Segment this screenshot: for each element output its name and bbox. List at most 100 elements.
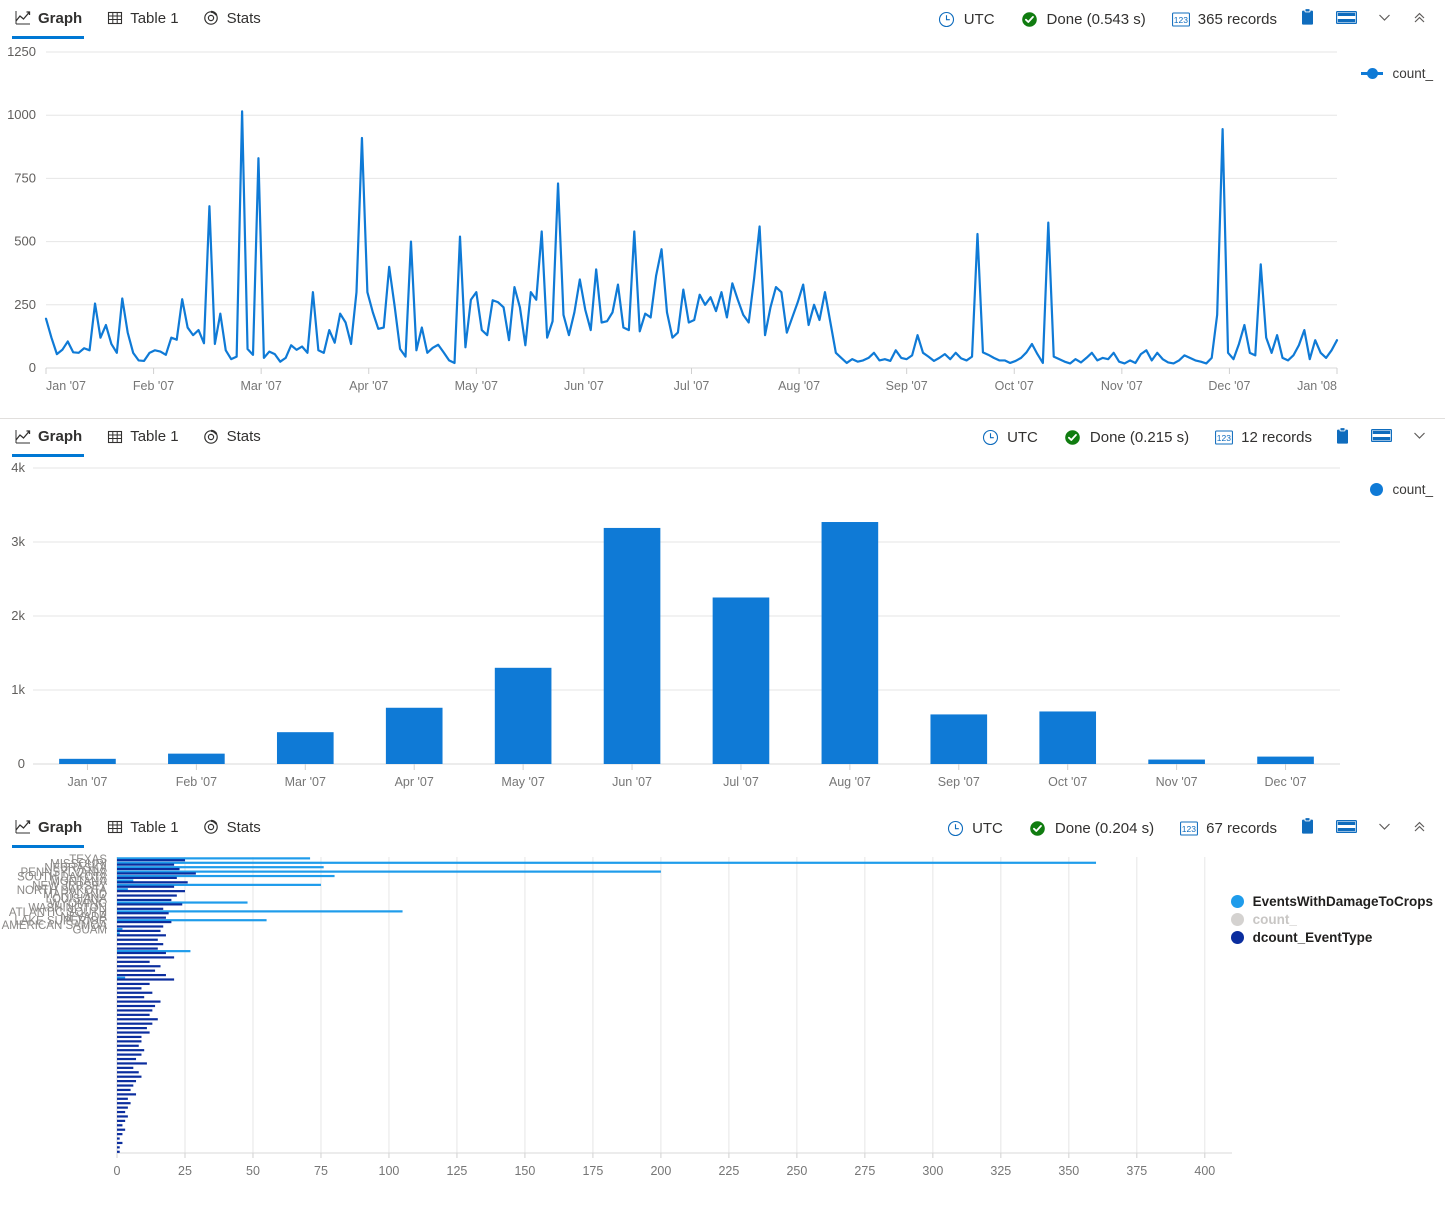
panel-1-status-bar: UTC Done (0.543 s) 123 365 records xyxy=(925,8,1437,30)
svg-text:250: 250 xyxy=(14,297,36,312)
legend-label: dcount_EventType xyxy=(1252,930,1373,945)
record-count: 123 12 records xyxy=(1202,429,1325,447)
legend-item[interactable]: count_ xyxy=(1370,482,1433,497)
svg-text:Sep '07: Sep '07 xyxy=(886,379,928,393)
tab-table[interactable]: Table 1 xyxy=(98,422,190,453)
svg-text:Jan '08: Jan '08 xyxy=(1297,379,1337,393)
donut-icon xyxy=(203,819,220,836)
svg-text:Jan '07: Jan '07 xyxy=(46,379,86,393)
clock-icon xyxy=(938,10,956,28)
line-chart-icon xyxy=(14,428,31,445)
donut-icon xyxy=(203,428,220,445)
layout-dropdown-button[interactable] xyxy=(1367,10,1402,29)
legend-dot-marker xyxy=(1230,913,1244,926)
svg-text:Jul '07: Jul '07 xyxy=(674,379,710,393)
tab-table[interactable]: Table 1 xyxy=(98,4,190,35)
svg-text:123: 123 xyxy=(1174,14,1188,24)
bar-chart-legend: count_ xyxy=(1370,482,1433,500)
layout-selector-button[interactable] xyxy=(1361,428,1402,447)
collapse-panel-button[interactable] xyxy=(1402,819,1437,838)
svg-text:May '07: May '07 xyxy=(455,379,498,393)
legend-label: count_ xyxy=(1392,482,1433,497)
tab-stats[interactable]: Stats xyxy=(195,813,273,844)
legend-item[interactable]: count_ xyxy=(1361,66,1433,81)
record-count-label: 67 records xyxy=(1206,819,1277,837)
legend-label: count_ xyxy=(1392,66,1433,81)
legend-item-dcount[interactable]: dcount_EventType xyxy=(1230,930,1433,945)
chevron-down-icon xyxy=(1377,819,1392,838)
svg-text:3k: 3k xyxy=(11,534,25,549)
tab-stats[interactable]: Stats xyxy=(195,422,273,453)
horizontal-bar-chart[interactable]: 0 25 50 75 100 125 150 175 200 225 250 275 300 325 350… xyxy=(0,847,1445,1192)
layout-dropdown-button[interactable] xyxy=(1402,428,1437,447)
timezone-indicator[interactable]: UTC xyxy=(968,429,1051,447)
copy-to-clipboard-button[interactable] xyxy=(1290,817,1326,839)
legend-label: count_ xyxy=(1252,912,1297,927)
svg-text:150: 150 xyxy=(514,1164,535,1178)
check-circle-icon xyxy=(1064,429,1082,447)
timezone-indicator[interactable]: UTC xyxy=(925,10,1008,28)
hbar-chart-legend: EventsWithDamageToCrops count_ dcount_Ev… xyxy=(1230,894,1433,948)
tab-graph-label: Graph xyxy=(38,428,83,445)
svg-text:0: 0 xyxy=(29,360,36,375)
tab-graph[interactable]: Graph xyxy=(6,422,94,457)
collapse-panel-button[interactable] xyxy=(1402,10,1437,29)
panel-layout-icon xyxy=(1336,819,1357,838)
tab-stats-label: Stats xyxy=(226,428,261,445)
svg-text:4k: 4k xyxy=(11,460,25,475)
numbers-123-icon: 123 xyxy=(1171,10,1190,28)
tab-table[interactable]: Table 1 xyxy=(98,813,190,844)
timezone-label: UTC xyxy=(1007,429,1038,446)
copy-to-clipboard-button[interactable] xyxy=(1290,8,1326,30)
svg-text:Dec '07: Dec '07 xyxy=(1265,775,1307,789)
record-count: 123 365 records xyxy=(1159,10,1290,28)
svg-text:300: 300 xyxy=(922,1164,943,1178)
line-chart-1[interactable]: 0 250 500 750 1000 1250 Jan '07 Feb '07 Mar '07 A… xyxy=(0,38,1445,418)
legend-item-events[interactable]: EventsWithDamageToCrops xyxy=(1230,894,1433,909)
legend-line-marker xyxy=(1361,68,1384,79)
panel-2-toolbar: Graph Table 1 Stats UTC Done (0.215 s) 1… xyxy=(0,418,1445,457)
double-chevron-up-icon xyxy=(1412,10,1427,29)
tab-graph-label: Graph xyxy=(38,9,83,27)
table-icon xyxy=(106,428,123,445)
svg-text:225: 225 xyxy=(718,1164,739,1178)
svg-text:May '07: May '07 xyxy=(501,775,544,789)
svg-text:2k: 2k xyxy=(11,608,25,623)
layout-selector-button[interactable] xyxy=(1326,819,1367,838)
svg-text:Oct '07: Oct '07 xyxy=(1048,775,1087,789)
legend-item-count[interactable]: count_ xyxy=(1230,912,1433,927)
svg-text:GUAM: GUAM xyxy=(73,925,108,937)
tab-graph[interactable]: Graph xyxy=(6,813,94,848)
svg-text:Jun '07: Jun '07 xyxy=(612,775,652,789)
svg-text:Feb '07: Feb '07 xyxy=(176,775,217,789)
panel-2-status-bar: UTC Done (0.215 s) 123 12 records xyxy=(968,426,1437,449)
svg-text:25: 25 xyxy=(178,1164,192,1178)
svg-text:50: 50 xyxy=(246,1164,260,1178)
clipboard-icon xyxy=(1300,817,1316,839)
copy-to-clipboard-button[interactable] xyxy=(1325,426,1361,449)
svg-text:Mar '07: Mar '07 xyxy=(241,379,282,393)
svg-text:Dec '07: Dec '07 xyxy=(1208,379,1250,393)
tab-graph[interactable]: Graph xyxy=(6,4,94,39)
query-status: Done (0.215 s) xyxy=(1051,429,1202,447)
horizontal-bar-chart-svg: 0 25 50 75 100 125 150 175 200 225 250 275 300 325 350… xyxy=(2,854,1232,1178)
svg-text:Feb '07: Feb '07 xyxy=(133,379,174,393)
tab-graph-label: Graph xyxy=(38,818,83,836)
tab-table-label: Table 1 xyxy=(130,818,179,836)
bar-chart-1[interactable]: 0 1k 2k 3k 4k Jan '07 Feb '07 Mar '07 Apr '07 May… xyxy=(0,456,1445,809)
layout-selector-button[interactable] xyxy=(1326,10,1367,29)
svg-text:123: 123 xyxy=(1217,433,1231,443)
layout-dropdown-button[interactable] xyxy=(1367,819,1402,838)
svg-text:123: 123 xyxy=(1182,823,1196,833)
tab-stats[interactable]: Stats xyxy=(195,4,273,35)
tab-stats-label: Stats xyxy=(226,818,261,836)
svg-text:125: 125 xyxy=(447,1164,468,1178)
line-chart-icon xyxy=(14,819,31,836)
svg-text:Mar '07: Mar '07 xyxy=(285,775,326,789)
chevron-down-icon xyxy=(1412,428,1427,447)
panel-3-tabs: Graph Table 1 Stats xyxy=(6,813,273,848)
timezone-indicator[interactable]: UTC xyxy=(933,819,1016,837)
clock-icon xyxy=(946,819,964,837)
panel-1-tabs: Graph Table 1 Stats xyxy=(6,4,273,39)
record-count: 123 67 records xyxy=(1167,819,1290,837)
